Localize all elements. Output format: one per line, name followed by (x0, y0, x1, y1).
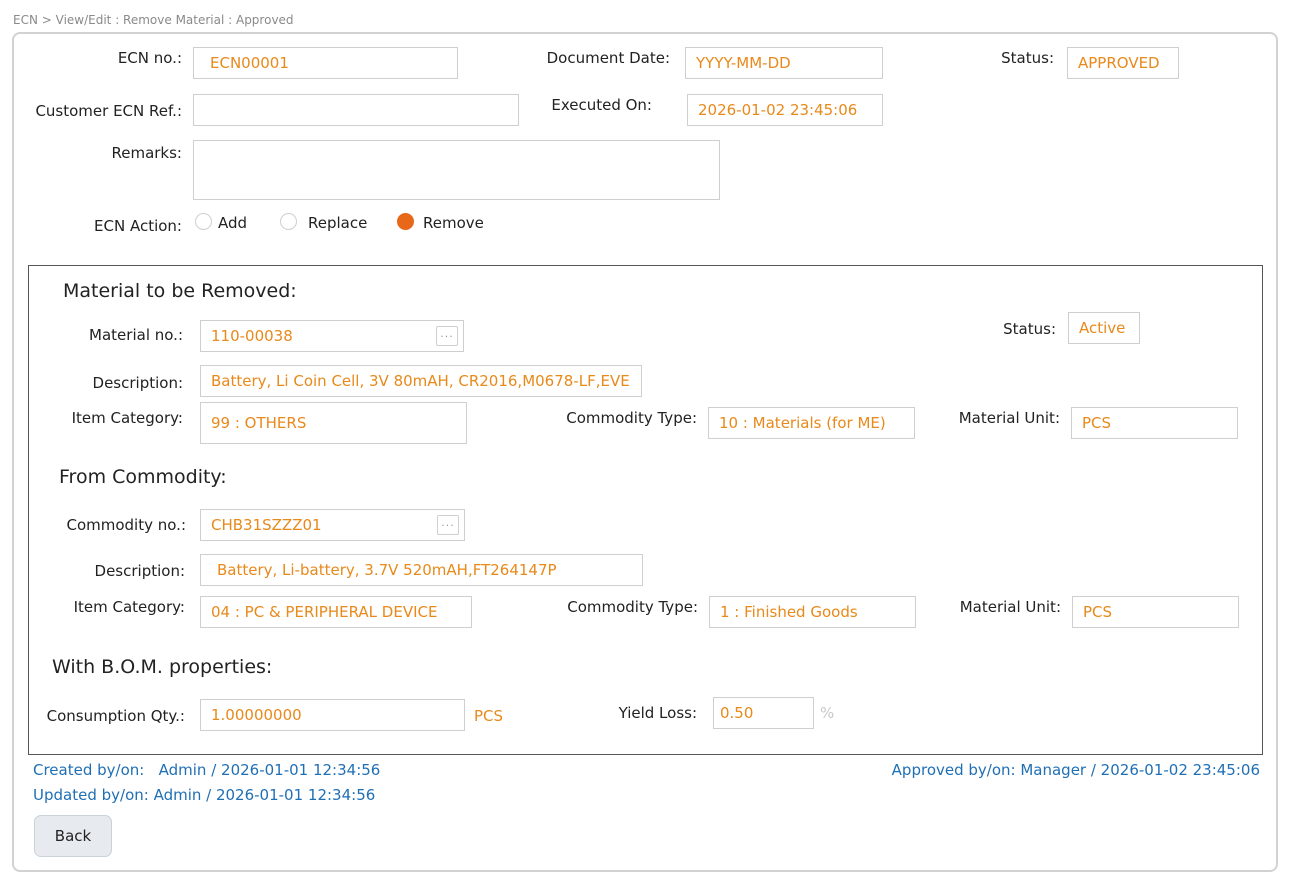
commodity-item-category-field: 04 : PC & PERIPHERAL DEVICE (200, 596, 472, 628)
yield-loss-unit: % (820, 704, 835, 722)
material-description-label: Description: (92, 374, 183, 392)
material-status-label: Status: (1003, 320, 1056, 338)
updated-by-info: Updated by/on: Admin / 2026-01-01 12:34:… (33, 786, 376, 804)
commodity-no-label: Commodity no.: (66, 516, 186, 534)
ellipsis-icon[interactable]: ··· (436, 326, 458, 346)
breadcrumb: ECN > View/Edit : Remove Material : Appr… (13, 13, 294, 27)
commodity-description-label: Description: (94, 562, 185, 580)
radio-replace-label: Replace (308, 214, 368, 232)
radio-remove-label: Remove (423, 214, 484, 232)
commodity-item-category-label: Item Category: (73, 598, 185, 616)
bom-section-title: With B.O.M. properties: (52, 656, 273, 678)
document-date-field[interactable]: YYYY-MM-DD (685, 47, 883, 79)
commodity-no-value: CHB31SZZZ01 (211, 516, 322, 534)
commodity-unit-field: PCS (1072, 596, 1239, 628)
radio-add-label: Add (218, 214, 248, 232)
material-no-label: Material no.: (89, 326, 183, 344)
ecn-no-label: ECN no.: (117, 49, 182, 67)
material-section-title: Material to be Removed: (63, 280, 297, 302)
material-status-field: Active (1068, 312, 1140, 344)
commodity-unit-label: Material Unit: (959, 598, 1061, 616)
consumption-qty-unit: PCS (474, 707, 504, 725)
material-no-field[interactable]: 110-00038 ··· (200, 320, 464, 352)
yield-loss-field: 0.50 (713, 697, 814, 729)
status-field: APPROVED (1067, 47, 1179, 79)
commodity-description-field: Battery, Li-battery, 3.7V 520mAH,FT26414… (200, 554, 643, 586)
material-commodity-type-field: 10 : Materials (for ME) (708, 407, 915, 439)
commodity-type-field: 1 : Finished Goods (709, 596, 916, 628)
consumption-qty-label: Consumption Qty.: (46, 707, 185, 725)
customer-ecn-ref-label: Customer ECN Ref.: (35, 102, 182, 120)
material-commodity-type-label: Commodity Type: (566, 409, 697, 427)
remarks-label: Remarks: (111, 144, 182, 162)
material-item-category-field: 99 : OTHERS (200, 402, 467, 444)
radio-add[interactable] (195, 213, 212, 230)
material-no-value: 110-00038 (211, 327, 293, 345)
executed-on-label: Executed On: (551, 96, 652, 114)
status-label: Status: (1001, 49, 1054, 67)
customer-ecn-ref-input[interactable] (193, 94, 519, 126)
radio-remove[interactable] (397, 213, 414, 230)
material-description-field: Battery, Li Coin Cell, 3V 80mAH, CR2016,… (200, 365, 642, 397)
back-button[interactable]: Back (34, 815, 112, 857)
ecn-action-label: ECN Action: (94, 217, 182, 235)
radio-replace[interactable] (280, 213, 297, 230)
created-by-info: Created by/on: Admin / 2026-01-01 12:34:… (33, 761, 381, 779)
consumption-qty-field: 1.00000000 (200, 699, 465, 731)
commodity-type-label: Commodity Type: (567, 598, 698, 616)
document-date-label: Document Date: (546, 49, 670, 67)
ecn-no-field[interactable]: ECN00001 (193, 47, 458, 79)
material-item-category-label: Item Category: (71, 409, 183, 427)
remarks-textarea[interactable] (193, 140, 720, 200)
yield-loss-label: Yield Loss: (618, 704, 697, 722)
ellipsis-icon[interactable]: ··· (437, 515, 459, 535)
material-unit-label: Material Unit: (958, 409, 1060, 427)
commodity-no-field[interactable]: CHB31SZZZ01 ··· (200, 509, 465, 541)
commodity-section-title: From Commodity: (59, 466, 227, 488)
material-unit-field: PCS (1071, 407, 1238, 439)
approved-by-info: Approved by/on: Manager / 2026-01-02 23:… (891, 761, 1260, 779)
executed-on-field: 2026-01-02 23:45:06 (687, 94, 883, 126)
